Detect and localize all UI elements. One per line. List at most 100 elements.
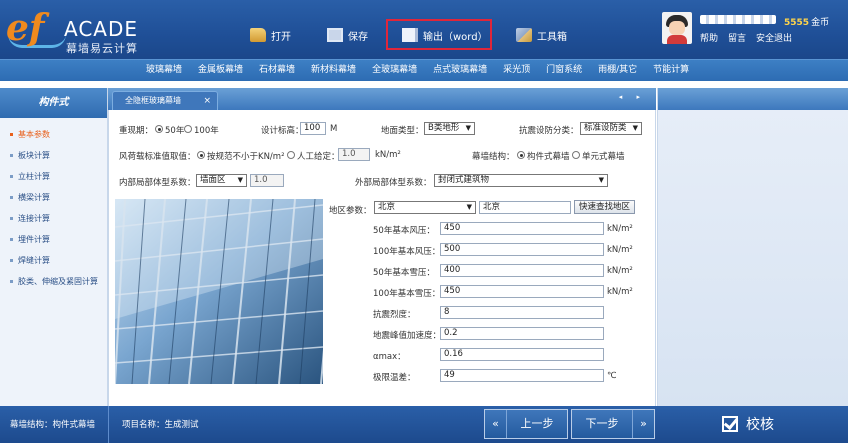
inner-shape-number-input[interactable]: 1.0 xyxy=(250,174,284,187)
sidebar-item-label: 连接计算 xyxy=(18,214,50,223)
radio-50-year[interactable] xyxy=(155,125,163,133)
help-link[interactable]: 帮助 xyxy=(700,31,718,44)
param-input-wind-50[interactable]: 450 xyxy=(440,222,604,235)
param-input-wind-100[interactable]: 500 xyxy=(440,243,604,256)
radio-wind-code[interactable] xyxy=(197,151,205,159)
region-label: 地区参数： xyxy=(329,206,372,216)
chevron-down-icon: ▼ xyxy=(465,124,471,132)
coin-label: 金币 xyxy=(811,18,830,28)
previous-step-button[interactable]: « 上一步 xyxy=(484,409,568,439)
inner-shape-value: 墙面区 xyxy=(200,175,226,185)
design-height-label: 设计标高： xyxy=(261,126,304,136)
find-region-button[interactable]: 快速查找地区 xyxy=(574,200,636,214)
terrain-select[interactable]: B类地形 ▼ xyxy=(424,122,475,135)
radio-component-curtain[interactable] xyxy=(517,151,525,159)
app-header: ef ACADE 幕墙易云计算 打开 保存 输出（word） 工具箱 5555 金… xyxy=(0,0,848,59)
menu-new-material[interactable]: 新材料幕墙 xyxy=(303,60,364,82)
outer-shape-select[interactable]: 封闭式建筑物 ▼ xyxy=(434,174,608,187)
inner-shape-label: 内部局部体型系数： xyxy=(119,178,196,188)
param-input-snow-50[interactable]: 400 xyxy=(440,264,604,277)
menu-stone[interactable]: 石材幕墙 xyxy=(251,60,303,82)
bullet-icon xyxy=(10,196,13,199)
param-label: 抗震烈度： xyxy=(373,310,416,320)
param-label: 50年基本风压： xyxy=(373,226,435,236)
export-word-button[interactable]: 输出（word） xyxy=(402,24,488,46)
sidebar-item-connection-calc[interactable]: 连接计算 xyxy=(0,208,107,229)
menu-skylight[interactable]: 采光顶 xyxy=(495,60,538,82)
region-select[interactable]: 北京 ▼ xyxy=(374,201,476,214)
chevron-down-icon: ▼ xyxy=(237,176,243,184)
message-link[interactable]: 留言 xyxy=(728,31,746,44)
username-redacted xyxy=(700,15,776,24)
coin-value: 5555 xyxy=(784,18,810,28)
next-step-button[interactable]: 下一步 » xyxy=(571,409,655,439)
param-input-peak-accel[interactable]: 0.2 xyxy=(440,327,604,340)
radio-100-year-label: 100年 xyxy=(194,126,219,136)
inner-shape-select[interactable]: 墙面区 ▼ xyxy=(196,174,247,187)
open-button[interactable]: 打开 xyxy=(250,24,291,46)
radio-wind-manual-label: 人工给定： xyxy=(297,152,340,162)
bullet-icon xyxy=(10,217,13,220)
menu-metal-panel[interactable]: 金属板幕墙 xyxy=(190,60,251,82)
save-button[interactable]: 保存 xyxy=(327,24,368,46)
folder-icon xyxy=(250,28,266,42)
radio-100-year[interactable] xyxy=(184,125,192,133)
sidebar-item-label: 板块计算 xyxy=(18,151,50,160)
verify-button[interactable]: 校核 xyxy=(722,414,774,434)
footer-divider xyxy=(108,406,109,443)
region-select-value: 北京 xyxy=(378,202,396,212)
tab-scroll-arrows[interactable]: ◂ ▸ xyxy=(619,93,646,101)
outer-shape-value: 封闭式建筑物 xyxy=(438,175,490,185)
avatar-shirt xyxy=(667,35,687,44)
seismic-class-value: 标准设防类 xyxy=(584,123,627,133)
param-unit: kN/m² xyxy=(607,266,633,276)
avatar-face xyxy=(669,21,685,35)
bullet-icon xyxy=(10,175,13,178)
param-unit: kN/m² xyxy=(607,287,633,297)
sidebar-item-weld-calc[interactable]: 焊缝计算 xyxy=(0,250,107,271)
wind-manual-input[interactable]: 1.0 xyxy=(338,148,370,161)
wind-std-unit: kN/m² xyxy=(375,150,401,160)
param-input-alpha-max[interactable]: 0.16 xyxy=(440,348,604,361)
region-text-input[interactable]: 北京 xyxy=(479,201,571,214)
param-label: 100年基本风压： xyxy=(373,247,441,257)
avatar[interactable] xyxy=(662,12,692,44)
left-sidebar: 构件式 基本参数 板块计算 立柱计算 横梁计算 连接计算 埋件计算 焊缝计算 胶… xyxy=(0,88,108,406)
menu-canopy-other[interactable]: 雨棚/其它 xyxy=(590,60,645,82)
close-icon[interactable]: × xyxy=(203,92,211,110)
tab-hidden-frame-glass[interactable]: 全隐框玻璃幕墙 × xyxy=(112,91,218,110)
logout-link[interactable]: 安全退出 xyxy=(756,31,792,44)
radio-wind-manual[interactable] xyxy=(287,151,295,159)
radio-unit-curtain[interactable] xyxy=(572,151,580,159)
curtain-structure-label: 幕墙结构： xyxy=(472,152,515,162)
right-panel xyxy=(657,88,848,406)
sidebar-item-transom-calc[interactable]: 横梁计算 xyxy=(0,187,107,208)
design-height-input[interactable]: 100 xyxy=(300,122,326,135)
menu-door-window[interactable]: 门窗系统 xyxy=(538,60,590,82)
curtain-wall-photo xyxy=(115,199,323,384)
tab-strip: 全隐框玻璃幕墙 × ◂ ▸ xyxy=(108,88,656,110)
open-label: 打开 xyxy=(271,31,291,43)
param-input-snow-100[interactable]: 450 xyxy=(440,285,604,298)
menu-energy[interactable]: 节能计算 xyxy=(645,60,697,82)
menu-glass-curtain[interactable]: 玻璃幕墙 xyxy=(138,60,190,82)
tab-label: 全隐框玻璃幕墙 xyxy=(125,96,181,105)
bullet-icon xyxy=(10,154,13,157)
sidebar-item-sealant-calc[interactable]: 胶类、伸缩及紧固计算 xyxy=(0,271,107,292)
param-label: 50年基本雪压： xyxy=(373,268,435,278)
sidebar-item-panel-calc[interactable]: 板块计算 xyxy=(0,145,107,166)
document-icon xyxy=(402,28,418,42)
sidebar-item-mullion-calc[interactable]: 立柱计算 xyxy=(0,166,107,187)
coin-balance: 5555 金币 xyxy=(784,15,829,28)
seismic-class-select[interactable]: 标准设防类 ▼ xyxy=(580,122,642,135)
toolbox-button[interactable]: 工具箱 xyxy=(516,24,567,46)
menu-point-glass[interactable]: 点式玻璃幕墙 xyxy=(425,60,495,82)
menu-full-glass[interactable]: 全玻璃幕墙 xyxy=(364,60,425,82)
sidebar-item-embed-calc[interactable]: 埋件计算 xyxy=(0,229,107,250)
param-input-temp-diff[interactable]: 49 xyxy=(440,369,604,382)
terrain-label: 地面类型： xyxy=(381,126,424,136)
bullet-icon xyxy=(10,133,13,136)
bullet-icon xyxy=(10,238,13,241)
sidebar-item-basic-params[interactable]: 基本参数 xyxy=(0,124,107,145)
param-input-seismic-intensity[interactable]: 8 xyxy=(440,306,604,319)
